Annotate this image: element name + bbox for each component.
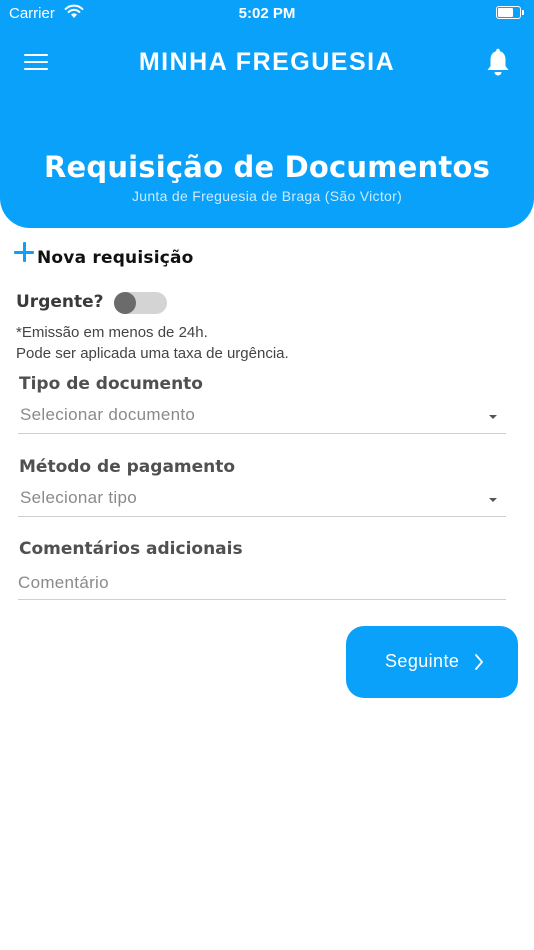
urgent-toggle[interactable] [114, 292, 167, 314]
app-header: Carrier 5:02 PM MINHA FREGUESIA Requisiç… [0, 0, 534, 228]
payment-method-value: Selecionar tipo [20, 488, 137, 507]
urgent-label: Urgente? [16, 292, 104, 312]
comments-field[interactable] [18, 569, 506, 600]
comments-label: Comentários adicionais [19, 539, 243, 559]
app-title: MINHA FREGUESIA [138, 48, 396, 76]
next-button[interactable]: Seguinte [346, 626, 518, 698]
new-request-label: Nova requisição [37, 248, 194, 268]
battery-icon [496, 6, 524, 19]
page-title: Requisição de Documentos [43, 150, 491, 184]
status-time: 5:02 PM [238, 5, 296, 22]
caret-down-icon [489, 498, 497, 502]
next-button-label: Seguinte [385, 651, 460, 671]
status-bar: Carrier 5:02 PM [0, 0, 534, 28]
chevron-right-icon [475, 654, 483, 670]
payment-method-select[interactable]: Selecionar tipo [18, 486, 506, 517]
toggle-knob [114, 292, 136, 314]
caret-down-icon [489, 415, 497, 419]
document-type-value: Selecionar documento [20, 405, 196, 424]
urgent-note-line-1: *Emissão em menos de 24h. [16, 324, 208, 341]
payment-method-label: Método de pagamento [19, 457, 236, 477]
page-subtitle: Junta de Freguesia de Braga (São Victor) [131, 188, 403, 204]
urgent-note-line-2: Pode ser aplicada uma taxa de urgência. [16, 345, 289, 362]
plus-icon [14, 242, 34, 262]
document-type-label: Tipo de documento [19, 374, 203, 394]
document-type-select[interactable]: Selecionar documento [18, 403, 506, 434]
bell-icon[interactable] [484, 48, 512, 78]
comments-input[interactable] [18, 569, 506, 597]
urgent-note: *Emissão em menos de 24h. Pode ser aplic… [16, 322, 289, 364]
